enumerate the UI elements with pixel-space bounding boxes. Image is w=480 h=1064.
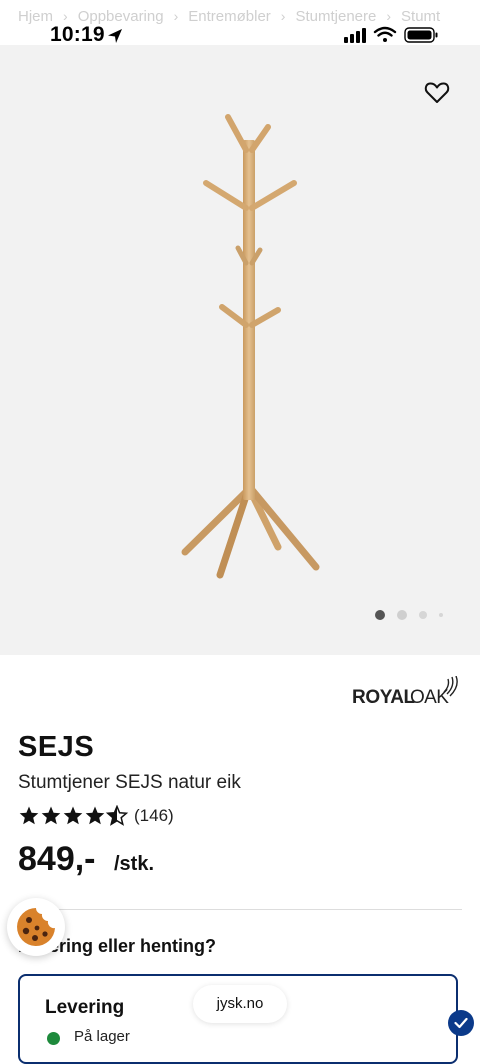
stock-status-dot <box>47 1032 60 1045</box>
product-gallery[interactable] <box>0 45 480 655</box>
star-icon <box>41 806 61 825</box>
heart-outline-icon[interactable] <box>424 81 450 105</box>
star-icon <box>85 806 105 825</box>
check-icon <box>448 1010 474 1036</box>
half-star-icon <box>106 805 128 826</box>
brand-logo: ROYAL OAK <box>352 676 458 708</box>
product-image <box>181 114 320 579</box>
wifi-icon <box>373 26 397 42</box>
price-unit: /stk. <box>114 853 155 875</box>
cookie-settings-button[interactable] <box>7 898 65 956</box>
product-price: 849,- <box>18 840 96 878</box>
gallery-dot-3[interactable] <box>419 611 427 619</box>
location-arrow-icon <box>108 29 122 43</box>
svg-text:OAK: OAK <box>410 687 449 708</box>
rating-stars <box>19 805 128 826</box>
gallery-dot-1[interactable] <box>375 610 385 620</box>
product-name: SEJS <box>18 731 95 763</box>
battery-icon <box>404 27 438 43</box>
gallery-dot-4[interactable] <box>439 613 443 617</box>
product-subtitle: Stumtjener SEJS natur eik <box>18 772 241 793</box>
cookie-icon <box>17 908 56 946</box>
divider <box>18 909 462 910</box>
review-count[interactable]: (146) <box>134 806 174 826</box>
status-icons <box>344 26 438 43</box>
gallery-dot-2[interactable] <box>397 610 407 620</box>
status-time: 10:19 <box>50 23 105 46</box>
browser-url-pill[interactable]: jysk.no <box>193 985 287 1023</box>
cellular-signal-icon <box>344 28 366 43</box>
star-icon <box>63 806 83 825</box>
stock-status-text: På lager <box>74 1028 130 1045</box>
svg-text:ROYAL: ROYAL <box>352 687 416 708</box>
delivery-option-title: Levering <box>45 997 125 1018</box>
gallery-pagination[interactable] <box>0 609 480 621</box>
star-icon <box>19 806 39 825</box>
